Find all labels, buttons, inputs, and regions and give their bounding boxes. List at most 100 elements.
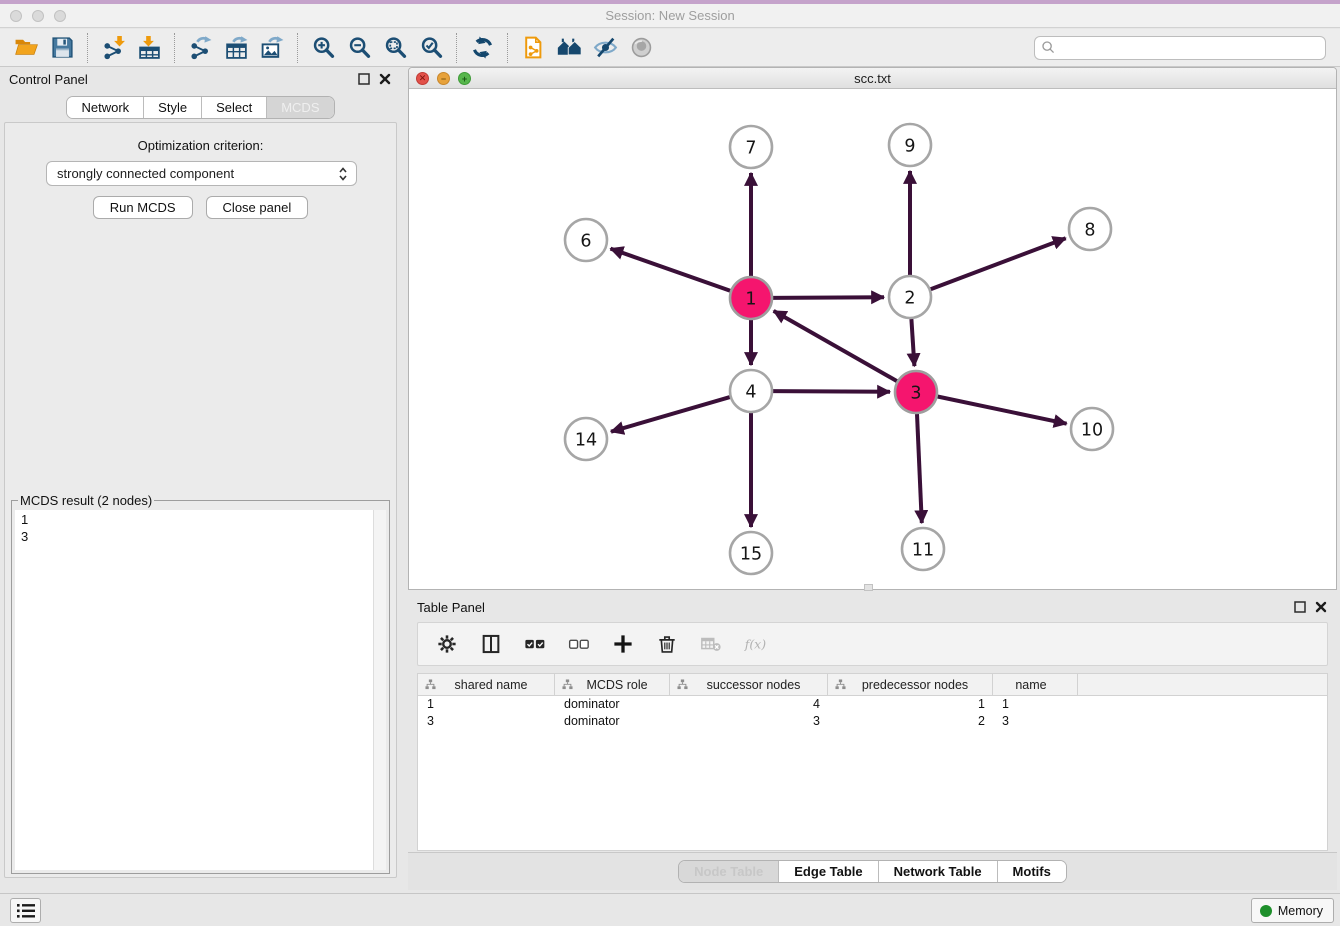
float-table-panel-icon[interactable] — [1294, 601, 1306, 613]
svg-text:3: 3 — [910, 383, 921, 403]
svg-text:2: 2 — [904, 288, 915, 308]
network-minimize-icon[interactable]: − — [437, 72, 450, 85]
memory-status-icon — [1260, 905, 1272, 917]
zoom-in-icon[interactable] — [305, 32, 341, 64]
hide-panels-icon[interactable] — [587, 32, 623, 64]
graph-node-9[interactable]: 9 — [889, 124, 931, 166]
save-session-icon[interactable] — [44, 32, 80, 64]
graph-node-2[interactable]: 2 — [889, 276, 931, 318]
table-cell: 3 — [418, 713, 555, 730]
import-network-icon[interactable] — [95, 32, 131, 64]
search-field[interactable] — [1034, 36, 1326, 60]
import-table-icon[interactable] — [131, 32, 167, 64]
table-row[interactable]: 3dominator323 — [418, 713, 1327, 730]
table-cell: 3 — [993, 713, 1078, 730]
select-all-icon[interactable] — [523, 632, 547, 656]
float-panel-icon[interactable] — [358, 73, 370, 85]
app-titlebar: Session: New Session — [0, 4, 1340, 28]
deselect-all-icon[interactable] — [567, 632, 591, 656]
graph-edge-4-14[interactable] — [611, 397, 730, 432]
task-history-button[interactable] — [10, 898, 41, 923]
tab-motifs[interactable]: Motifs — [997, 861, 1066, 882]
mcds-result-title: MCDS result (2 nodes) — [18, 493, 154, 508]
svg-text:14: 14 — [575, 430, 597, 450]
tab-network[interactable]: Network — [67, 97, 143, 118]
graph-edge-3-1[interactable] — [774, 311, 897, 381]
graph-node-15[interactable]: 15 — [730, 532, 772, 574]
export-table-icon[interactable] — [218, 32, 254, 64]
tab-node-table[interactable]: Node Table — [679, 861, 778, 882]
memory-button[interactable]: Memory — [1251, 898, 1334, 923]
result-scrollbar[interactable] — [373, 510, 386, 870]
graph-node-10[interactable]: 10 — [1071, 408, 1113, 450]
close-panel-icon[interactable] — [379, 73, 391, 85]
app-title: Session: New Session — [0, 4, 1340, 27]
zoom-fit-icon[interactable] — [377, 32, 413, 64]
graph-edge-3-11[interactable] — [917, 414, 922, 523]
graph-edge-1-2[interactable] — [773, 297, 884, 298]
table-cell: 4 — [670, 696, 828, 713]
graph-edge-2-8[interactable] — [931, 238, 1066, 289]
zoom-window-icon[interactable] — [54, 10, 66, 22]
tab-style[interactable]: Style — [143, 97, 201, 118]
svg-text:9: 9 — [904, 136, 915, 156]
hierarchy-icon — [835, 679, 846, 690]
graph-node-1[interactable]: 1 — [730, 277, 772, 319]
search-input[interactable] — [1061, 40, 1319, 55]
mcds-result-group: MCDS result (2 nodes) 1 3 — [11, 493, 390, 874]
table-row[interactable]: 1dominator411 — [418, 696, 1327, 713]
network-graph: 7 9 6 8 1 2 4 3 14 10 15 11 — [409, 89, 1336, 590]
column-header-shared-name[interactable]: shared name — [418, 674, 555, 695]
tab-mcds[interactable]: MCDS — [266, 97, 333, 118]
toolbar-buttons — [8, 32, 659, 64]
refresh-layout-icon[interactable] — [464, 32, 500, 64]
zoom-out-icon[interactable] — [341, 32, 377, 64]
graph-node-6[interactable]: 6 — [565, 219, 607, 261]
open-session-icon[interactable] — [8, 32, 44, 64]
graph-node-3[interactable]: 3 — [895, 371, 937, 413]
graph-node-14[interactable]: 14 — [565, 418, 607, 460]
window-traffic-lights[interactable] — [10, 10, 66, 22]
add-column-icon[interactable] — [611, 632, 635, 656]
svg-text:7: 7 — [745, 138, 756, 158]
gear-icon[interactable] — [435, 632, 459, 656]
tab-select[interactable]: Select — [201, 97, 266, 118]
export-network-icon[interactable] — [182, 32, 218, 64]
graph-node-7[interactable]: 7 — [730, 126, 772, 168]
run-mcds-button[interactable]: Run MCDS — [93, 196, 193, 219]
close-window-icon[interactable] — [10, 10, 22, 22]
task-list-icon — [15, 902, 37, 920]
splitter-grip[interactable] — [864, 584, 873, 591]
delete-column-icon[interactable] — [655, 632, 679, 656]
network-canvas[interactable]: 7 9 6 8 1 2 4 3 14 10 15 11 — [409, 89, 1336, 589]
toolbar-separator — [507, 33, 508, 63]
control-panel: Control Panel NetworkStyleSelectMCDS Opt… — [0, 67, 401, 880]
graph-node-4[interactable]: 4 — [730, 370, 772, 412]
tab-edge-table[interactable]: Edge Table — [778, 861, 877, 882]
network-maximize-icon[interactable]: + — [458, 72, 471, 85]
column-header-name[interactable]: name — [993, 674, 1078, 695]
column-header-predecessor-nodes[interactable]: predecessor nodes — [828, 674, 993, 695]
home-icon[interactable] — [551, 32, 587, 64]
close-panel-button[interactable]: Close panel — [206, 196, 309, 219]
columns-icon[interactable] — [479, 632, 503, 656]
mcds-result-list[interactable]: 1 3 — [15, 510, 386, 870]
optimization-criterion-select[interactable]: strongly connected component — [46, 161, 357, 186]
graph-edge-2-3[interactable] — [911, 319, 914, 366]
graph-edge-3-10[interactable] — [938, 397, 1067, 424]
graph-node-8[interactable]: 8 — [1069, 208, 1111, 250]
tab-network-table[interactable]: Network Table — [878, 861, 997, 882]
ndex-document-icon[interactable] — [515, 32, 551, 64]
export-image-icon[interactable] — [254, 32, 290, 64]
network-close-icon[interactable]: ✕ — [416, 72, 429, 85]
graph-edge-4-3[interactable] — [773, 391, 890, 392]
network-window-titlebar[interactable]: ✕ − + scc.txt — [409, 68, 1336, 89]
column-header-successor-nodes[interactable]: successor nodes — [670, 674, 828, 695]
column-header-MCDS-role[interactable]: MCDS role — [555, 674, 670, 695]
table-toolbar: f(x) — [417, 622, 1328, 666]
zoom-selected-icon[interactable] — [413, 32, 449, 64]
graph-edge-1-6[interactable] — [611, 249, 731, 291]
graph-node-11[interactable]: 11 — [902, 528, 944, 570]
close-table-panel-icon[interactable] — [1315, 601, 1327, 613]
minimize-window-icon[interactable] — [32, 10, 44, 22]
